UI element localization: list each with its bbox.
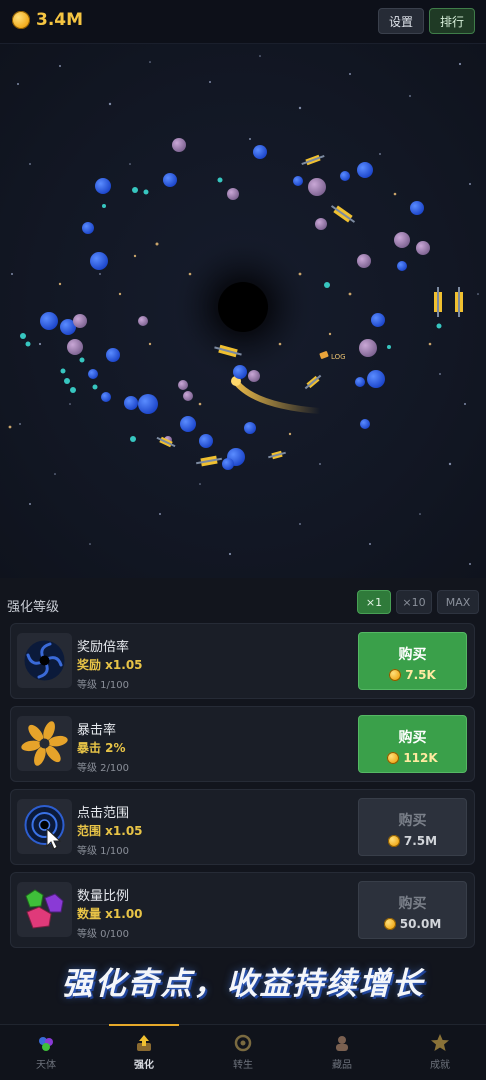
space-field[interactable]: LOG bbox=[0, 44, 486, 578]
log-item-icon[interactable]: LOG bbox=[319, 351, 346, 361]
upgrade-name: 数量比例 bbox=[77, 889, 130, 904]
nav-item-rebirth[interactable]: 转生 bbox=[203, 1025, 283, 1080]
upgrade-card-reward-rate: 奖励倍率 奖励 x1.05 等级 1/100 购买 7.5K bbox=[10, 623, 475, 699]
upgrade-level: 等级 0/100 bbox=[77, 929, 129, 940]
price-value: 7.5K bbox=[405, 668, 436, 682]
nav-item-collection[interactable]: 藏品 bbox=[302, 1025, 382, 1080]
upgrade-level: 等级 1/100 bbox=[77, 680, 129, 691]
golden-spiral-icon bbox=[17, 716, 72, 771]
coin-icon bbox=[387, 835, 400, 847]
panel-title: 强化等级 bbox=[7, 600, 60, 615]
upgrade-card-crit-rate: 暴击率 暴击 2% 等级 2/100 购买 112K bbox=[10, 706, 475, 782]
buy-button[interactable]: 购买 7.5K bbox=[358, 632, 467, 690]
collection-icon bbox=[336, 1036, 348, 1051]
multiplier-x10-button[interactable]: ×10 bbox=[396, 590, 432, 614]
rebirth-icon bbox=[234, 1034, 252, 1052]
buy-label: 购买 bbox=[398, 896, 427, 912]
buy-button[interactable]: 购买 50.0M bbox=[358, 881, 467, 939]
buy-label: 购买 bbox=[398, 647, 427, 663]
settings-button[interactable]: 设置 bbox=[378, 8, 424, 34]
upgrade-effect: 范围 x1.05 bbox=[77, 824, 143, 838]
price-value: 7.5M bbox=[403, 834, 438, 848]
upgrade-level: 等级 1/100 bbox=[77, 846, 129, 857]
upgrade-effect: 数量 x1.00 bbox=[77, 907, 143, 921]
star-icon bbox=[431, 1034, 449, 1051]
ranking-button[interactable]: 排行 bbox=[429, 8, 475, 34]
buy-button[interactable]: 购买 112K bbox=[358, 715, 467, 773]
nav-item-upgrade[interactable]: 强化 bbox=[104, 1024, 184, 1080]
price: 7.5M bbox=[359, 834, 466, 848]
nav-item-celestial[interactable]: 天体 bbox=[6, 1025, 86, 1080]
top-bar: 3.4M 设置 排行 bbox=[0, 0, 486, 44]
multiplier-max-button[interactable]: MAX bbox=[437, 590, 479, 614]
celestial-icon bbox=[39, 1037, 53, 1051]
nav-item-achievements[interactable]: 成就 bbox=[400, 1025, 480, 1080]
coin-icon bbox=[12, 11, 30, 29]
nav-label: 天体 bbox=[36, 1060, 56, 1071]
comet-icon bbox=[231, 376, 323, 414]
log-label: LOG bbox=[331, 353, 346, 361]
buy-label: 购买 bbox=[398, 730, 427, 746]
coin-icon bbox=[389, 669, 402, 681]
upgrade-effect: 奖励 x1.05 bbox=[77, 658, 143, 672]
nav-label: 转生 bbox=[233, 1060, 253, 1071]
nav-label: 强化 bbox=[134, 1060, 154, 1071]
price: 112K bbox=[359, 751, 466, 765]
price-value: 112K bbox=[403, 751, 438, 765]
price: 7.5K bbox=[359, 668, 466, 682]
coin-icon bbox=[383, 918, 396, 930]
nav-label: 成就 bbox=[430, 1060, 450, 1071]
multiplier-x1-button[interactable]: ×1 bbox=[357, 590, 391, 614]
vortex-icon bbox=[17, 633, 72, 688]
buy-label: 购买 bbox=[398, 813, 427, 829]
price-value: 50.0M bbox=[399, 917, 442, 931]
coin-icon bbox=[387, 752, 400, 764]
gem-cluster-icon bbox=[17, 882, 72, 937]
upgrade-name: 奖励倍率 bbox=[77, 640, 130, 655]
nav-label: 藏品 bbox=[332, 1060, 352, 1071]
upgrade-panel: 强化等级 ×1 ×10 MAX 奖励倍率 奖励 x1.05 等级 1/100 购… bbox=[0, 578, 486, 1080]
upgrade-effect: 暴击 2% bbox=[77, 741, 126, 755]
price: 50.0M bbox=[359, 917, 466, 931]
upgrade-card-click-range: 点击范围 范围 x1.05 等级 1/100 购买 7.5M bbox=[10, 789, 475, 865]
upgrade-level: 等级 2/100 bbox=[77, 763, 129, 774]
space-scene: LOG bbox=[8, 55, 479, 565]
coin-balance: 3.4M bbox=[12, 10, 83, 30]
click-range-icon bbox=[17, 799, 72, 854]
promo-slogan: 强化奇点，收益持续增长 bbox=[61, 966, 425, 1002]
upgrade-name: 暴击率 bbox=[77, 723, 117, 738]
upgrade-card-quantity-ratio: 数量比例 数量 x1.00 等级 0/100 购买 50.0M bbox=[10, 872, 475, 948]
coin-amount: 3.4M bbox=[36, 10, 84, 30]
buy-button[interactable]: 购买 7.5M bbox=[358, 798, 467, 856]
black-hole-icon[interactable] bbox=[173, 237, 313, 377]
bottom-nav: 天体 强化 转生 藏品 成就 bbox=[0, 1024, 486, 1080]
upgrade-icon bbox=[137, 1035, 151, 1051]
upgrade-name: 点击范围 bbox=[77, 806, 130, 821]
